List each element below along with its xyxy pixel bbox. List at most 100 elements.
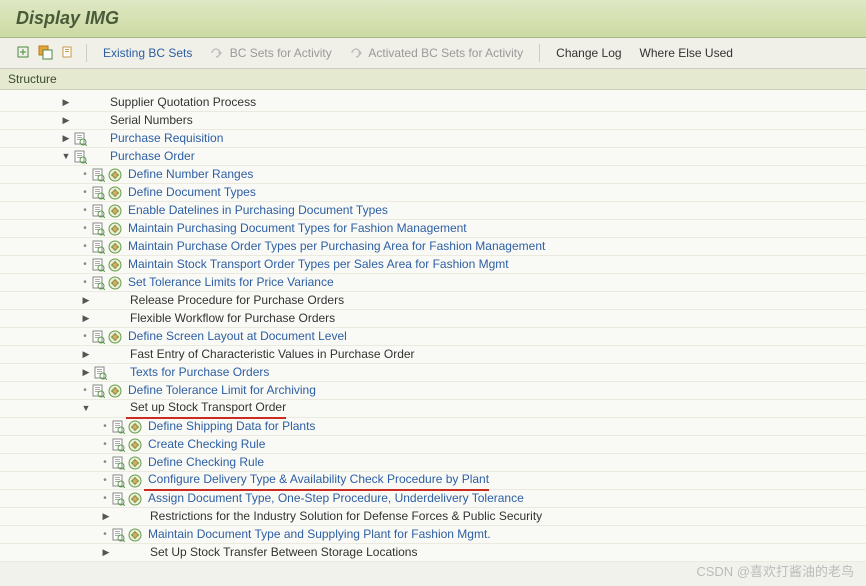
expand-icon[interactable]: ▶ — [100, 544, 112, 561]
img-documentation-icon[interactable] — [90, 221, 105, 236]
leaf-bullet-icon: • — [80, 166, 90, 183]
img-execute-icon[interactable] — [127, 491, 142, 506]
leaf-bullet-icon: • — [80, 220, 90, 237]
img-execute-icon[interactable] — [127, 527, 142, 542]
img-documentation-icon[interactable] — [90, 185, 105, 200]
collapse-all-icon[interactable] — [38, 45, 54, 61]
tree-node-label[interactable]: Define Number Ranges — [124, 166, 253, 183]
tree-node-label[interactable]: Set Tolerance Limits for Price Variance — [124, 274, 334, 291]
separator — [86, 44, 87, 62]
tree-node-label[interactable]: Create Checking Rule — [144, 436, 265, 453]
tree-node-label[interactable]: Configure Delivery Type & Availability C… — [144, 471, 489, 491]
img-documentation-icon[interactable] — [90, 257, 105, 272]
img-documentation-icon[interactable] — [110, 527, 125, 542]
bc-sets-activity-link[interactable]: BC Sets for Activity — [204, 46, 337, 60]
tree-node-label[interactable]: Define Screen Layout at Document Level — [124, 328, 347, 345]
img-documentation-icon[interactable] — [90, 167, 105, 182]
expand-icon[interactable]: ▶ — [80, 292, 92, 309]
leaf-bullet-icon: • — [80, 184, 90, 201]
tree-node-label[interactable]: Maintain Stock Transport Order Types per… — [124, 256, 509, 273]
tree-row: ▶ Texts for Purchase Orders — [0, 364, 866, 382]
img-documentation-icon[interactable] — [110, 455, 125, 470]
collapse-icon[interactable]: ▼ — [80, 400, 92, 417]
img-documentation-icon[interactable] — [90, 239, 105, 254]
img-execute-icon[interactable] — [107, 203, 122, 218]
leaf-bullet-icon: • — [100, 454, 110, 471]
tree-row: ▶ Purchase Requisition — [0, 130, 866, 148]
leaf-bullet-icon: • — [100, 418, 110, 435]
existing-bc-sets-link[interactable]: Existing BC Sets — [97, 46, 198, 60]
tree-row: ▼ Set up Stock Transport Order — [0, 400, 866, 418]
tree-node-label[interactable]: Define Document Types — [124, 184, 256, 201]
img-documentation-icon[interactable] — [90, 203, 105, 218]
change-log-link[interactable]: Change Log — [550, 46, 627, 60]
tree-node-label[interactable]: Define Checking Rule — [144, 454, 264, 471]
img-documentation-icon[interactable] — [110, 473, 125, 488]
tree-row: •Assign Document Type, One-Step Procedur… — [0, 490, 866, 508]
tree-node-label[interactable]: Set Up Stock Transfer Between Storage Lo… — [146, 544, 417, 561]
tree-row: • Define Tolerance Limit for Archiving — [0, 382, 866, 400]
img-documentation-icon[interactable] — [90, 275, 105, 290]
img-documentation-icon[interactable] — [72, 131, 87, 146]
leaf-bullet-icon: • — [80, 256, 90, 273]
img-execute-icon[interactable] — [107, 239, 122, 254]
tree-node-label[interactable]: Set up Stock Transport Order — [126, 399, 286, 419]
toolbar: Existing BC Sets BC Sets for Activity Ac… — [0, 38, 866, 69]
tree-node-label[interactable]: Flexible Workflow for Purchase Orders — [126, 310, 335, 327]
tree-node-label[interactable]: Maintain Document Type and Supplying Pla… — [144, 526, 491, 543]
expand-icon[interactable]: ▶ — [60, 130, 72, 147]
img-tree: ▶ Supplier Quotation Process ▶ Serial Numbe… — [0, 90, 866, 562]
img-documentation-icon[interactable] — [110, 437, 125, 452]
activated-bc-sets-link[interactable]: Activated BC Sets for Activity — [344, 46, 529, 60]
img-documentation-icon[interactable] — [90, 383, 105, 398]
img-execute-icon[interactable] — [107, 257, 122, 272]
img-execute-icon[interactable] — [127, 437, 142, 452]
tree-node-label[interactable]: Release Procedure for Purchase Orders — [126, 292, 344, 309]
leaf-bullet-icon: • — [80, 382, 90, 399]
find-icon[interactable] — [60, 45, 76, 61]
where-else-used-link[interactable]: Where Else Used — [634, 46, 739, 60]
leaf-bullet-icon: • — [100, 526, 110, 543]
expand-icon[interactable]: ▶ — [100, 508, 112, 525]
tree-node-label[interactable]: Maintain Purchase Order Types per Purcha… — [124, 238, 545, 255]
tree-node-label[interactable]: Maintain Purchasing Document Types for F… — [124, 220, 467, 237]
img-execute-icon[interactable] — [107, 221, 122, 236]
img-execute-icon[interactable] — [107, 167, 122, 182]
tree-node-label[interactable]: Define Tolerance Limit for Archiving — [124, 382, 316, 399]
img-execute-icon[interactable] — [127, 419, 142, 434]
tree-node-label[interactable]: Supplier Quotation Process — [106, 94, 256, 111]
tree-row: •Define Screen Layout at Document Level — [0, 328, 866, 346]
tree-row: • Maintain Purchasing Document Types for … — [0, 220, 866, 238]
expand-all-icon[interactable] — [16, 45, 32, 61]
expand-icon[interactable]: ▶ — [60, 94, 72, 111]
img-documentation-icon[interactable] — [110, 491, 125, 506]
tree-row: ▼ Purchase Order — [0, 148, 866, 166]
tree-row: • Define Shipping Data for Plants — [0, 418, 866, 436]
expand-icon[interactable]: ▶ — [80, 346, 92, 363]
tree-node-label[interactable]: Define Shipping Data for Plants — [144, 418, 315, 435]
tree-node-label[interactable]: Serial Numbers — [106, 112, 193, 129]
img-documentation-icon[interactable] — [90, 329, 105, 344]
img-execute-icon[interactable] — [127, 455, 142, 470]
img-documentation-icon[interactable] — [110, 419, 125, 434]
tree-row: • Maintain Document Type and Supplying Pl… — [0, 526, 866, 544]
expand-icon[interactable]: ▶ — [60, 112, 72, 129]
expand-icon[interactable]: ▶ — [80, 364, 92, 381]
img-execute-icon[interactable] — [107, 329, 122, 344]
img-execute-icon[interactable] — [107, 185, 122, 200]
img-execute-icon[interactable] — [107, 275, 122, 290]
img-execute-icon[interactable] — [127, 473, 142, 488]
tree-node-label[interactable]: Assign Document Type, One-Step Procedure… — [144, 490, 524, 507]
tree-node-label[interactable]: Texts for Purchase Orders — [126, 364, 269, 381]
tree-node-label[interactable]: Fast Entry of Characteristic Values in P… — [126, 346, 415, 363]
img-execute-icon[interactable] — [107, 383, 122, 398]
tree-node-label[interactable]: Restrictions for the Industry Solution f… — [146, 508, 542, 525]
img-documentation-icon[interactable] — [72, 149, 87, 164]
img-documentation-icon[interactable] — [92, 365, 107, 380]
leaf-bullet-icon: • — [80, 238, 90, 255]
tree-node-label[interactable]: Purchase Requisition — [106, 130, 223, 147]
tree-node-label[interactable]: Purchase Order — [106, 148, 195, 165]
tree-node-label[interactable]: Enable Datelines in Purchasing Document … — [124, 202, 388, 219]
expand-icon[interactable]: ▶ — [80, 310, 92, 327]
collapse-icon[interactable]: ▼ — [60, 148, 72, 165]
